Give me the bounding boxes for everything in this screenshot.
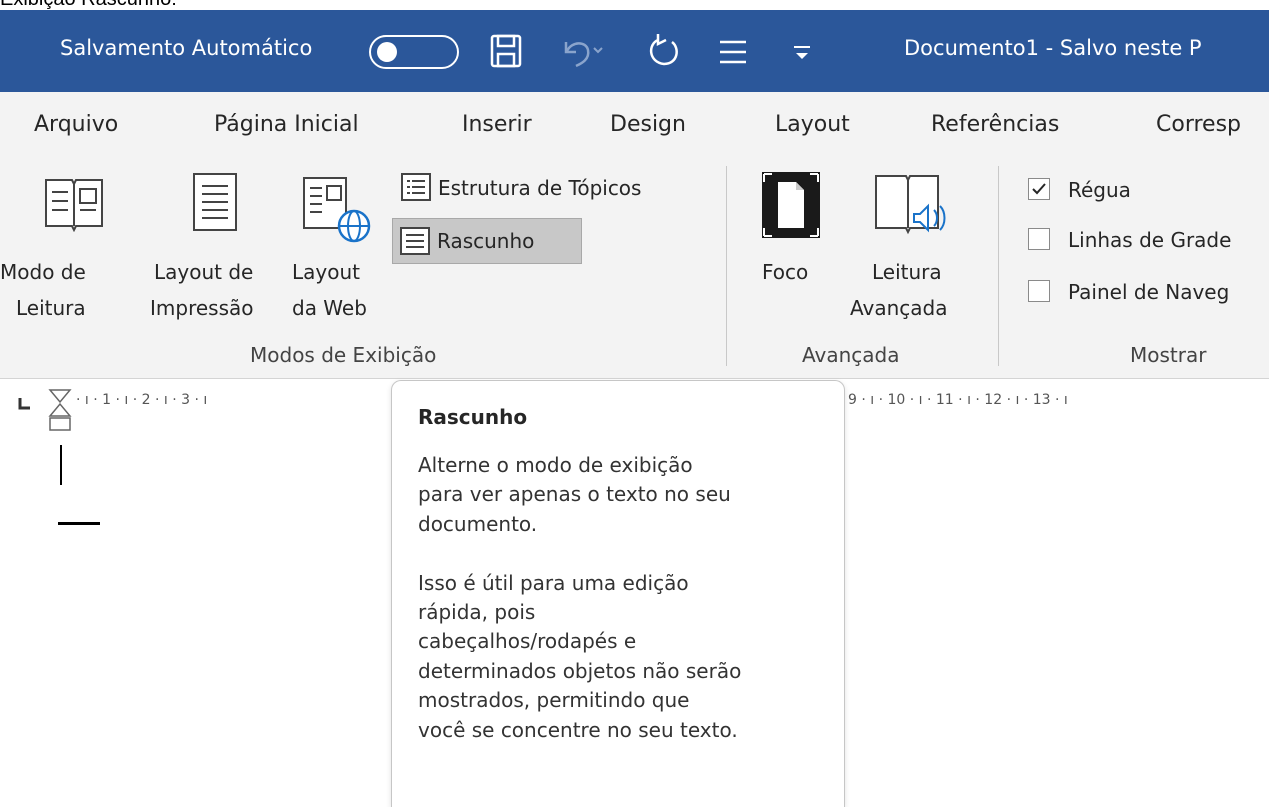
tab-referencias[interactable]: Referências <box>931 112 1059 137</box>
outline-button[interactable]: Estrutura de Tópicos <box>396 168 696 208</box>
immersive-reader-icon <box>875 175 946 235</box>
tooltip-title: Rascunho <box>418 405 528 429</box>
print-layout-label-2: Impressão <box>150 296 254 320</box>
reading-mode-label-2: Leitura <box>16 296 86 320</box>
immersive-reader-button[interactable]: Leitura Avançada <box>842 160 982 330</box>
focus-label: Foco <box>762 260 809 284</box>
web-layout-button[interactable]: Layout da Web <box>292 160 384 330</box>
group-label-advanced: Avançada <box>802 343 900 367</box>
undo-icon[interactable] <box>556 32 604 70</box>
focus-button[interactable]: Foco <box>748 160 832 330</box>
ribbon-tabs: Arquivo Página Inicial Inserir Design La… <box>0 92 1269 160</box>
save-icon[interactable] <box>488 32 524 70</box>
group-label-view-modes: Modos de Exibição <box>250 343 437 367</box>
gridlines-label: Linhas de Grade <box>1068 228 1232 252</box>
group-separator <box>726 166 727 366</box>
document-title: Documento1 - Salvo neste P <box>904 36 1202 60</box>
checkbox-box[interactable] <box>1028 178 1050 200</box>
tab-arquivo[interactable]: Arquivo <box>34 112 118 137</box>
checkbox-box[interactable] <box>1028 280 1050 302</box>
draft-icon <box>400 227 430 255</box>
tab-correspondencias[interactable]: Corresp <box>1156 112 1241 137</box>
print-layout-label-1: Layout de <box>154 260 254 284</box>
ruler-checkbox[interactable]: Régua <box>1028 176 1268 206</box>
ruler-marks-right: 9 · ı · 10 · ı · 11 · ı · 12 · ı · 13 · … <box>848 392 1068 408</box>
reading-mode-button[interactable]: Modo de Leitura <box>0 160 148 330</box>
ruler-label: Régua <box>1068 178 1131 202</box>
nav-pane-label: Painel de Naveg <box>1068 280 1230 304</box>
text-cursor <box>60 445 62 485</box>
title-bar: Salvamento Automático Documento1 - Salvo… <box>0 10 1269 92</box>
web-layout-label-2: da Web <box>292 296 367 320</box>
print-layout-button[interactable]: Layout de Impressão <box>150 160 290 330</box>
autosave-label: Salvamento Automático <box>60 36 313 60</box>
outline-label: Estrutura de Tópicos <box>438 176 642 200</box>
checkbox-box[interactable] <box>1028 228 1050 250</box>
focus-icon <box>762 172 820 238</box>
book-icon <box>45 179 103 232</box>
gridlines-checkbox[interactable]: Linhas de Grade <box>1028 226 1268 256</box>
nav-pane-checkbox[interactable]: Painel de Naveg <box>1028 278 1268 308</box>
outline-icon <box>401 173 431 201</box>
toggle-knob <box>377 42 397 62</box>
autosave-toggle[interactable] <box>369 35 459 69</box>
reading-mode-label-1: Modo de <box>0 260 86 284</box>
group-label-show: Mostrar <box>1130 343 1207 367</box>
checkmark-icon <box>1032 183 1046 195</box>
ruler-marks-left: · ı · 1 · ı · 2 · ı · 3 · ı <box>76 392 208 408</box>
redo-icon[interactable] <box>644 32 684 72</box>
tab-design[interactable]: Design <box>610 112 686 137</box>
ribbon-panel: Modo de Leitura Layout de Impressão Layo… <box>0 160 1269 379</box>
end-of-document-mark <box>58 522 100 525</box>
group-separator <box>998 166 999 366</box>
tooltip-body: Alterne o modo de exibição para ver apen… <box>418 453 742 742</box>
tab-inserir[interactable]: Inserir <box>462 112 532 137</box>
draft-button[interactable]: Rascunho <box>392 218 582 264</box>
immersive-reader-label-1: Leitura <box>872 260 942 284</box>
tab-selector-icon[interactable] <box>16 396 32 412</box>
customize-qat-icon[interactable] <box>788 32 818 72</box>
web-page-icon <box>303 177 371 243</box>
tab-pagina-inicial[interactable]: Página Inicial <box>214 112 359 137</box>
caption-text: Exibição Rascunho: <box>0 0 177 10</box>
web-layout-label-1: Layout <box>292 260 360 284</box>
draft-label: Rascunho <box>437 229 535 253</box>
touch-mode-icon[interactable] <box>716 32 752 72</box>
page-icon <box>193 173 237 231</box>
immersive-reader-label-2: Avançada <box>850 296 948 320</box>
tab-layout[interactable]: Layout <box>775 112 850 137</box>
draft-tooltip: Rascunho Alterne o modo de exibição para… <box>391 380 845 807</box>
